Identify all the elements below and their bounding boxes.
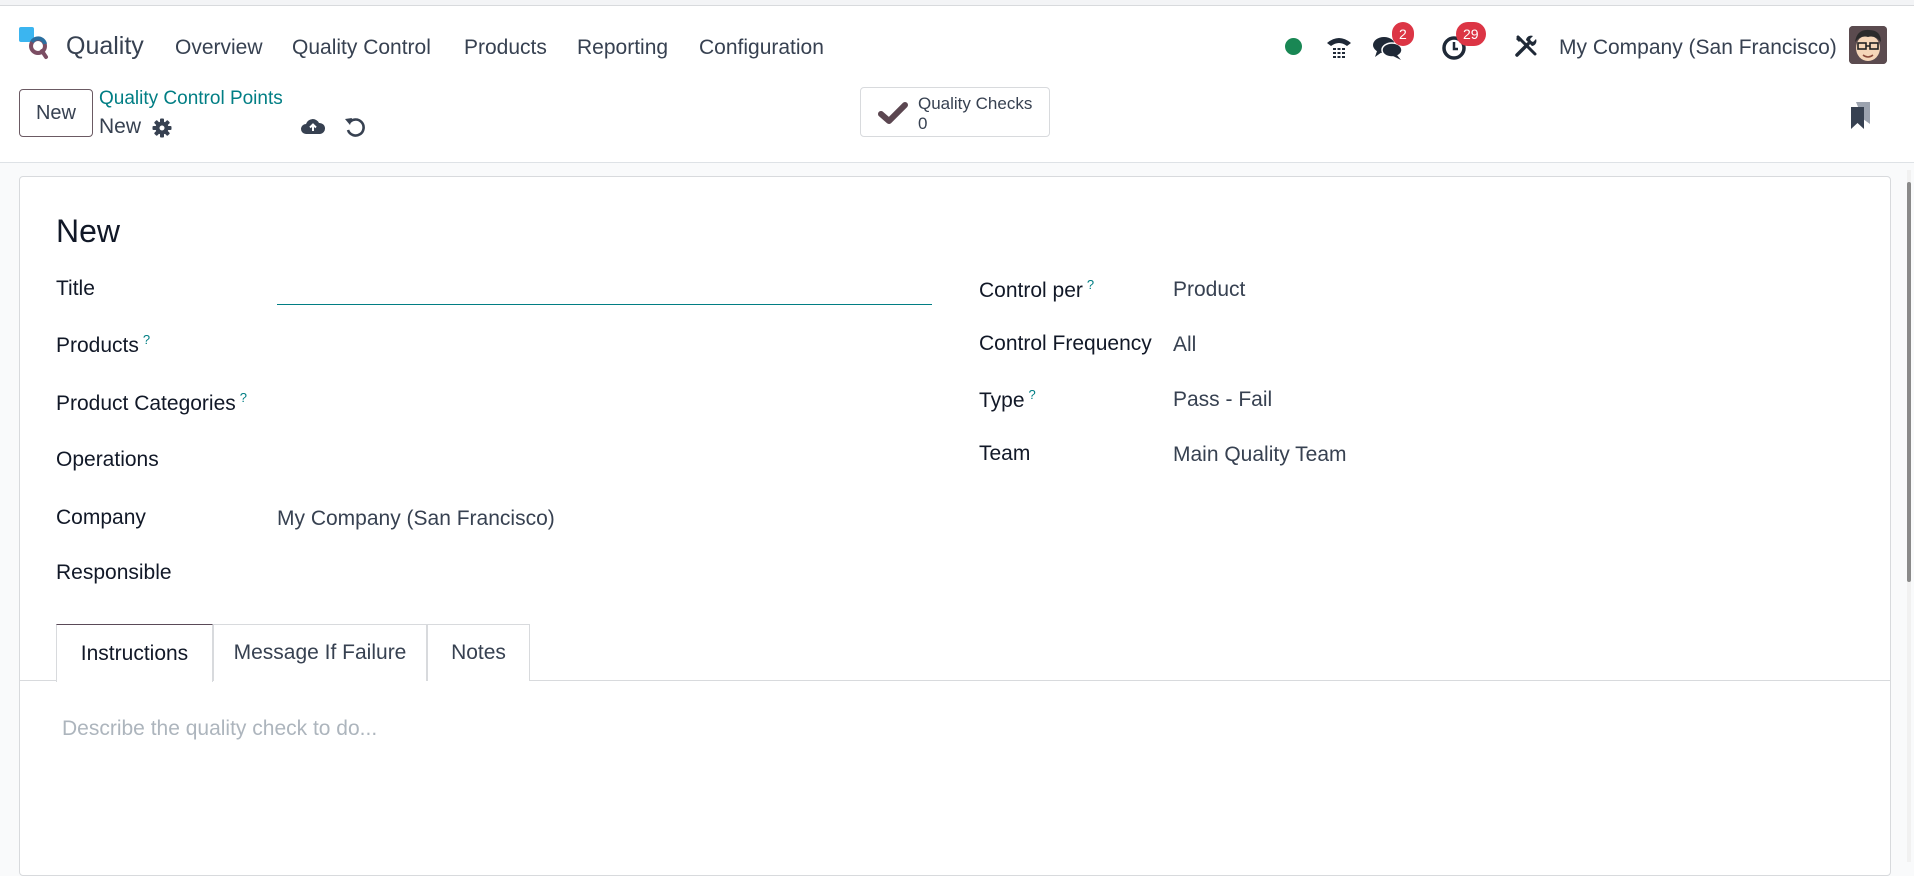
smart-button-label: Quality Checks bbox=[918, 94, 1033, 113]
bookmark-icon[interactable] bbox=[1848, 100, 1874, 130]
control-per-value[interactable]: Product bbox=[1173, 278, 1245, 302]
company-switcher[interactable]: My Company (San Francisco) bbox=[1559, 36, 1837, 60]
field-label-products: Products? bbox=[56, 332, 151, 357]
field-label-operations: Operations bbox=[56, 448, 159, 471]
field-label-company: Company bbox=[56, 506, 146, 529]
type-value[interactable]: Pass - Fail bbox=[1173, 388, 1272, 412]
menu-quality-control[interactable]: Quality Control bbox=[292, 36, 431, 60]
activities-badge: 29 bbox=[1456, 22, 1486, 46]
discard-undo-icon[interactable] bbox=[342, 114, 368, 140]
smart-button-value: 0 bbox=[918, 114, 928, 133]
tab-message-if-failure[interactable]: Message If Failure bbox=[213, 624, 427, 681]
field-label-product-categories: Product Categories? bbox=[56, 390, 247, 415]
tools-icon[interactable] bbox=[1514, 34, 1538, 58]
phone-icon[interactable] bbox=[1325, 34, 1353, 60]
menu-overview[interactable]: Overview bbox=[175, 36, 263, 60]
field-label-title: Title bbox=[56, 277, 95, 300]
messages-badge: 2 bbox=[1392, 22, 1414, 46]
field-label-type: Type? bbox=[979, 387, 1036, 412]
save-cloud-upload-icon[interactable] bbox=[300, 114, 326, 140]
page-scrollbar[interactable] bbox=[1907, 170, 1911, 862]
field-label-responsible: Responsible bbox=[56, 561, 172, 584]
tab-notes[interactable]: Notes bbox=[427, 624, 530, 681]
instructions-editor[interactable]: Describe the quality check to do... bbox=[62, 717, 1862, 837]
help-tooltip-icon[interactable]: ? bbox=[1029, 387, 1036, 402]
presence-status-icon[interactable] bbox=[1285, 38, 1302, 55]
responsible-input[interactable] bbox=[277, 556, 932, 592]
product-categories-input[interactable] bbox=[277, 385, 932, 421]
control-panel: New Quality Control Points New Quality C… bbox=[0, 78, 1914, 163]
control-frequency-value[interactable]: All bbox=[1173, 333, 1196, 357]
form-sheet: New Title Products? Product Categories? … bbox=[19, 176, 1891, 876]
checkmark-icon bbox=[878, 102, 908, 124]
scrollbar-thumb[interactable] bbox=[1907, 182, 1911, 582]
gear-icon[interactable] bbox=[152, 118, 172, 138]
breadcrumb-quality-control-points[interactable]: Quality Control Points bbox=[99, 88, 283, 110]
field-label-control-per: Control per? bbox=[979, 277, 1095, 302]
help-tooltip-icon[interactable]: ? bbox=[1087, 277, 1094, 292]
quality-app-logo[interactable] bbox=[18, 26, 52, 60]
notebook-tabs: Instructions Message If Failure Notes bbox=[20, 624, 1890, 682]
user-avatar[interactable] bbox=[1849, 26, 1887, 64]
menu-reporting[interactable]: Reporting bbox=[577, 36, 668, 60]
help-tooltip-icon[interactable]: ? bbox=[143, 332, 150, 347]
menu-products[interactable]: Products bbox=[464, 36, 547, 60]
help-tooltip-icon[interactable]: ? bbox=[240, 390, 247, 405]
navbar: Quality Overview Quality Control Product… bbox=[0, 6, 1914, 78]
quality-checks-smart-button[interactable]: Quality Checks 0 bbox=[860, 87, 1050, 137]
app-name[interactable]: Quality bbox=[66, 32, 144, 61]
field-label-control-frequency: Control Frequency bbox=[979, 332, 1152, 355]
tab-instructions[interactable]: Instructions bbox=[56, 624, 213, 682]
products-input[interactable] bbox=[277, 327, 932, 363]
record-title: New bbox=[56, 213, 121, 249]
title-input[interactable] bbox=[277, 269, 932, 305]
field-label-team: Team bbox=[979, 442, 1031, 465]
breadcrumb-current: New bbox=[99, 115, 142, 138]
operations-input[interactable] bbox=[277, 443, 932, 479]
team-value[interactable]: Main Quality Team bbox=[1173, 443, 1347, 467]
menu-configuration[interactable]: Configuration bbox=[699, 36, 824, 60]
new-record-button[interactable]: New bbox=[19, 89, 93, 137]
company-field-value[interactable]: My Company (San Francisco) bbox=[277, 507, 555, 531]
